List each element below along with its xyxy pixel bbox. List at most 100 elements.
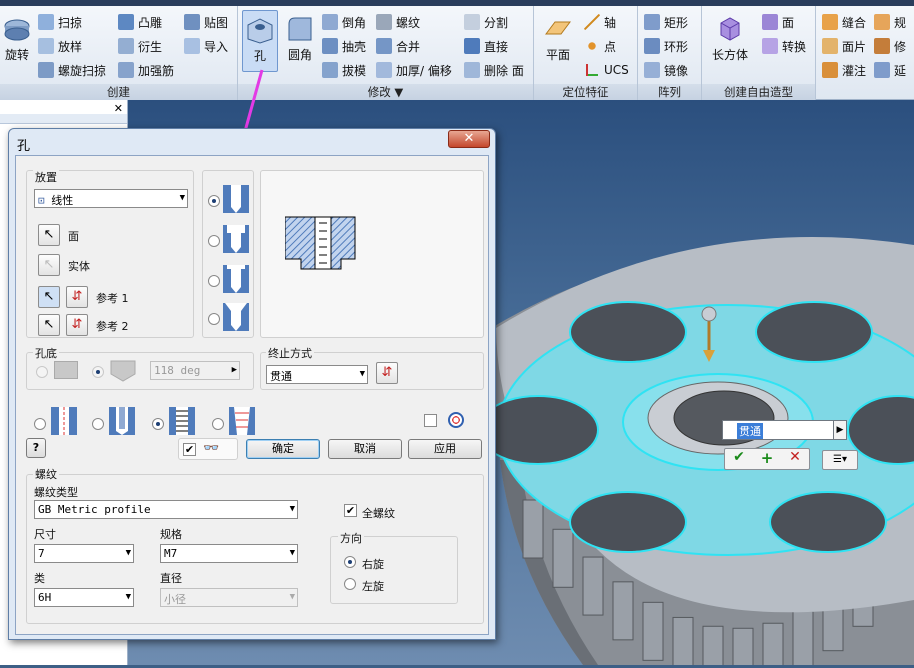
cancel-x-icon[interactable]: ✕ xyxy=(781,449,809,469)
hole-button[interactable]: 孔 xyxy=(242,10,278,72)
rect-pattern-icon xyxy=(644,14,660,30)
preview-checkbox[interactable]: ✔ xyxy=(183,443,196,456)
termination-flip-button[interactable]: ⇵ xyxy=(376,362,398,384)
dropdown-arrow-icon: ▼ xyxy=(289,592,295,602)
apply-plus-icon[interactable]: + xyxy=(753,449,781,469)
ref2-flip-button[interactable]: ⇵ xyxy=(66,314,88,336)
placement-type-select[interactable]: ⊡ 线性 ▼ xyxy=(34,189,188,208)
axis-button[interactable]: 轴 xyxy=(584,12,616,32)
stitch-button[interactable]: 缝合 xyxy=(822,12,866,32)
sculpt-button[interactable]: 灌注 xyxy=(822,60,866,80)
right-hand-label: 右旋 xyxy=(362,558,384,571)
clearance-hole-radio[interactable] xyxy=(92,418,104,430)
gear-tooth xyxy=(552,528,574,588)
hole-type-spotface-radio[interactable] xyxy=(208,275,220,287)
loft-button[interactable]: 放样 xyxy=(38,36,82,56)
revolve-button[interactable]: 旋转 xyxy=(0,10,34,72)
rect-pattern-button[interactable]: 矩形 xyxy=(644,12,688,32)
ribbon-group-freeform: 长方体 面 转换 创建自由造型 xyxy=(702,6,816,100)
emboss-button[interactable]: 凸雕 xyxy=(118,12,162,32)
hole-bottom-label: 孔底 xyxy=(33,345,59,361)
class-select[interactable]: 6H ▼ xyxy=(34,588,134,607)
draft-button[interactable]: 拔模 xyxy=(322,60,366,80)
left-hand-radio[interactable] xyxy=(344,578,356,590)
dialog-close-button[interactable]: ✕ xyxy=(448,130,490,148)
taper-tapped-hole-radio[interactable] xyxy=(212,418,224,430)
shell-button[interactable]: 抽壳 xyxy=(322,36,366,56)
direct-edit-button[interactable]: 直接 xyxy=(464,36,508,56)
depth-input-value[interactable]: 贯通 xyxy=(737,423,763,439)
ref1-flip-button[interactable]: ⇵ xyxy=(66,286,88,308)
point-icon xyxy=(584,38,600,54)
termination-select[interactable]: 贯通 ▼ xyxy=(266,365,368,384)
ribbon-group-label[interactable]: 修改 ▼ xyxy=(238,84,533,100)
designation-select[interactable]: M7 ▼ xyxy=(160,544,298,563)
ribbon-group-label: 阵列 xyxy=(638,84,701,100)
extend-button[interactable]: 延 xyxy=(874,60,906,80)
class-label: 类 xyxy=(34,572,45,585)
fillet-button[interactable]: 圆角 xyxy=(282,10,318,72)
thicken-icon xyxy=(376,62,392,78)
full-thread-checkbox[interactable]: ✔ xyxy=(344,504,357,517)
repair-button[interactable]: 修 xyxy=(874,36,906,56)
gear-tooth xyxy=(792,610,814,668)
ok-check-icon[interactable]: ✔ xyxy=(725,449,753,469)
rib-button[interactable]: 加强筋 xyxy=(118,60,174,80)
size-select[interactable]: 7 ▼ xyxy=(34,544,134,563)
simple-hole-radio[interactable] xyxy=(34,418,46,430)
import-button[interactable]: 导入 xyxy=(184,36,228,56)
plane-button[interactable]: 平面 xyxy=(538,10,578,72)
derive-button[interactable]: 衍生 xyxy=(118,36,162,56)
drill-angle-arrow-icon: ▶ xyxy=(231,365,237,375)
convert-button[interactable]: 转换 xyxy=(762,36,806,56)
apply-button[interactable]: 应用 xyxy=(408,439,482,459)
linear-icon: ⊡ xyxy=(38,194,45,207)
ucs-button[interactable]: UCS xyxy=(584,60,629,80)
bottom-flat-radio[interactable] xyxy=(36,366,48,378)
solid-select-button[interactable]: ↖ xyxy=(38,254,60,276)
face-select-button[interactable]: ↖ xyxy=(38,224,60,246)
ruled-surface-button[interactable]: 规 xyxy=(874,12,906,32)
coil-button[interactable]: 螺旋扫掠 xyxy=(38,60,106,80)
delete-face-icon xyxy=(464,62,480,78)
sculpt-icon xyxy=(822,62,838,78)
decal-button[interactable]: 贴图 xyxy=(184,12,228,32)
ref1-select-button[interactable]: ↖ xyxy=(38,286,60,308)
box-button[interactable]: 长方体 xyxy=(706,10,754,72)
box-icon xyxy=(720,17,740,41)
sweep-button[interactable]: 扫掠 xyxy=(38,12,82,32)
glasses-icon: 👓 xyxy=(203,441,220,456)
ribbon-group-label: 创建 xyxy=(0,84,237,100)
split-button[interactable]: 分割 xyxy=(464,12,508,32)
mirror-button[interactable]: 镜像 xyxy=(644,60,688,80)
loft-icon xyxy=(38,38,54,54)
hole-type-countersink-radio[interactable] xyxy=(208,313,220,325)
chamfer-button[interactable]: 倒角 xyxy=(322,12,366,32)
tapped-hole-radio[interactable] xyxy=(152,418,164,430)
input-arrow-icon[interactable]: ▶ xyxy=(833,420,847,440)
hole-type-counterbore-radio[interactable] xyxy=(208,235,220,247)
freeform-face-button[interactable]: 面 xyxy=(762,12,794,32)
bottom-angle-radio[interactable] xyxy=(92,366,104,378)
thread-button[interactable]: 螺纹 xyxy=(376,12,420,32)
thicken-button[interactable]: 加厚/ 偏移 xyxy=(376,60,452,80)
cancel-button[interactable]: 取消 xyxy=(328,439,402,459)
ok-button[interactable]: 确定 xyxy=(246,439,320,459)
drill-angle-input[interactable]: 118 deg ▶ xyxy=(150,361,240,380)
right-hand-radio[interactable] xyxy=(344,556,356,568)
thread-type-select[interactable]: GB Metric profile ▼ xyxy=(34,500,298,519)
ref2-select-button[interactable]: ↖ xyxy=(38,314,60,336)
help-button[interactable]: ? xyxy=(26,438,46,458)
patch-button[interactable]: 面片 xyxy=(822,36,866,56)
delete-face-button[interactable]: 删除 面 xyxy=(464,60,524,80)
infer-ifeature-checkbox[interactable] xyxy=(424,414,437,427)
face-label: 面 xyxy=(68,230,79,243)
point-button[interactable]: 点 xyxy=(584,36,616,56)
hole-type-drilled-radio[interactable] xyxy=(208,195,220,207)
depth-input-box[interactable]: 贯通 ▶ xyxy=(722,420,847,440)
hole-dialog: 孔 ✕ 放置 ⊡ 线性▼ ↖ 面 ↖ 实体 ↖ ⇵ 参考 1 ↖ ⇵ 参考 2 xyxy=(8,128,496,640)
diameter-select[interactable]: 小径 ▼ xyxy=(160,588,298,607)
mini-menu-icon[interactable]: ☰▾ xyxy=(822,450,858,470)
circ-pattern-button[interactable]: 环形 xyxy=(644,36,688,56)
combine-button[interactable]: 合并 xyxy=(376,36,420,56)
